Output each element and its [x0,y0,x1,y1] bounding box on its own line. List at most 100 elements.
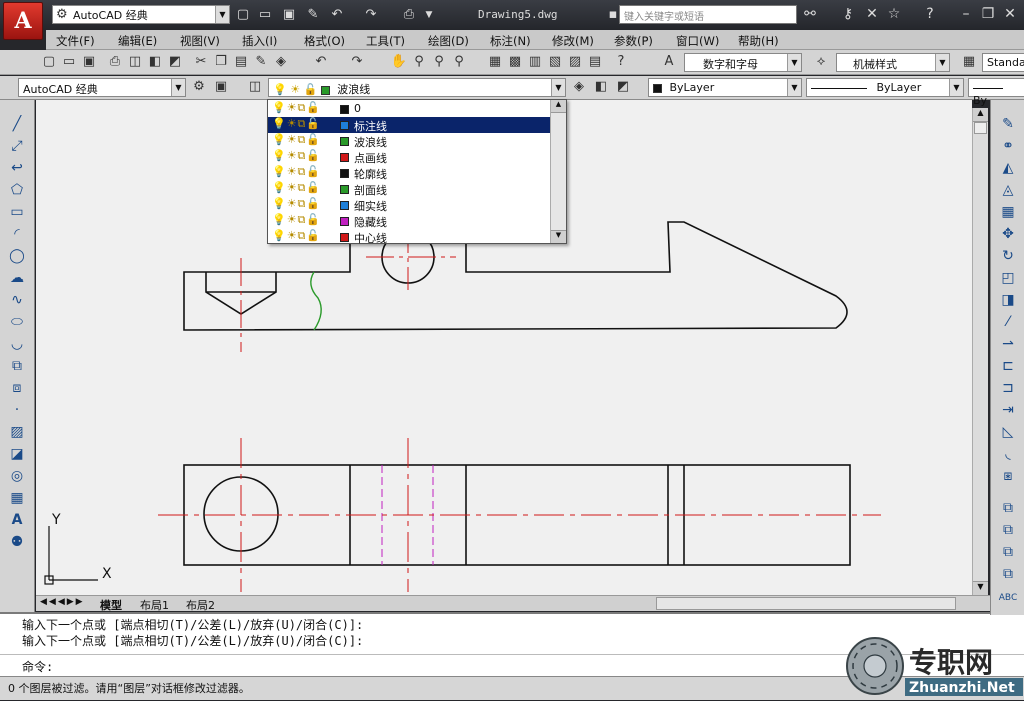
tab-model[interactable]: 模型 [100,597,122,613]
pan-icon[interactable]: ✋ [390,53,408,71]
mirror-icon[interactable]: ◭ [998,158,1018,178]
scale-icon[interactable]: ◰ [998,268,1018,288]
layer-state-icons[interactable]: 💡☀⧉🔓 [272,197,321,211]
array-icon[interactable]: ▦ [998,202,1018,222]
menu-tools[interactable]: 工具(T) [366,33,405,49]
layer-list-item[interactable]: 💡☀⧉🔓 细实线 [268,197,550,213]
dim-style-combo[interactable]: 机械样式 ▼ [836,53,950,72]
stretch-icon[interactable]: ◨ [998,290,1018,310]
cut-icon[interactable]: ✂ [192,53,210,71]
zoom-realtime-icon[interactable]: ⚲ [410,53,428,71]
layer-dropdown-list[interactable]: 💡☀⧉🔓 0 💡☀⧉🔓 标注线 💡☀⧉🔓 波浪线 💡☀⧉🔓 点画线 💡☀⧉🔓 轮廓线 💡☀⧉🔓 剖面线… [267,99,567,245]
make-current-icon[interactable]: ◈ [570,78,588,96]
erase-icon[interactable]: ✎ [998,114,1018,134]
menu-format[interactable]: 格式(O) [304,33,345,49]
circle-icon[interactable]: ◯ [7,246,27,266]
ellipse-arc-icon[interactable]: ◡ [7,334,27,354]
trim-icon[interactable]: ⁄ [998,312,1018,332]
copy-icon[interactable]: ❐ [212,53,230,71]
rotate-icon[interactable]: ↻ [998,246,1018,266]
undo-icon[interactable]: ↶ [312,53,330,71]
layer-list-scrollbar[interactable]: ▲ ▼ [550,100,566,243]
quick-access-dropdown-icon[interactable]: ▼ [420,6,438,24]
close-icon[interactable]: ✕ [1000,6,1020,22]
workspace-switcher[interactable]: ⚙ AutoCAD 经典 ▼ [52,5,230,24]
draw-order-icon[interactable]: ⧉ [998,498,1018,518]
publish-icon[interactable]: ◧ [146,53,164,71]
multiline-text-icon[interactable]: A [7,510,27,530]
send-back-icon[interactable]: ⧉ [998,542,1018,562]
extend-icon[interactable]: ⇀ [998,334,1018,354]
layer-manager-icon[interactable]: ◫ [246,78,264,96]
layer-list-item[interactable]: 💡☀⧉🔓 剖面线 [268,181,550,197]
bring-front-icon[interactable]: ⧉ [998,520,1018,540]
linetype-combo[interactable]: ByLayer ▼ [806,78,964,97]
menu-view[interactable]: 视图(V) [180,33,220,49]
abc-icon[interactable]: ABC [998,588,1018,608]
scroll-down-icon[interactable]: ▼ [973,581,988,595]
layer-list-item[interactable]: 💡☀⧉🔓 隐藏线 [268,213,550,229]
menu-modify[interactable]: 修改(M) [552,33,594,49]
menu-draw[interactable]: 绘图(D) [428,33,469,49]
key-icon[interactable]: ⚷ [838,6,858,22]
layer-combo[interactable]: 💡 ☀ 🔓 波浪线 ▼ [268,78,566,97]
paste-icon[interactable]: ▤ [232,53,250,71]
layer-previous-icon[interactable]: ◧ [592,78,610,96]
construction-line-icon[interactable]: ⤢ [7,136,27,156]
block-editor-icon[interactable]: ◈ [272,53,290,71]
layer-state-icon[interactable]: ◩ [614,78,632,96]
star-icon[interactable]: ☆ [884,6,904,22]
menu-insert[interactable]: 插入(I) [242,33,277,49]
layer-state-icons[interactable]: 💡☀⧉🔓 [272,133,321,147]
menu-edit[interactable]: 编辑(E) [118,33,157,49]
scroll-up-icon[interactable]: ▲ [973,108,988,122]
chamfer-icon[interactable]: ◺ [998,422,1018,442]
3d-print-icon[interactable]: ◩ [166,53,184,71]
table-icon[interactable]: ▦ [7,488,27,508]
properties-icon[interactable]: ▦ [486,53,504,71]
arc-icon[interactable]: ◜ [7,224,27,244]
color-combo[interactable]: ByLayer ▼ [648,78,802,97]
tab-nav-arrows-icon[interactable]: ◀◀◀▶▶ [40,597,85,607]
layer-state-icons[interactable]: 💡☀⧉🔓 [272,117,321,131]
layer-list-item[interactable]: 💡☀⧉🔓 中心线 [268,229,550,245]
menu-file[interactable]: 文件(F) [56,33,95,49]
save-icon[interactable]: ▣ [80,53,98,71]
chevron-down-icon[interactable]: ▼ [215,6,229,23]
add-selected-icon[interactable]: ⚉ [7,532,27,552]
region-icon[interactable]: ◎ [7,466,27,486]
dim-style-icon[interactable]: ⟡ [812,53,830,71]
menu-dimension[interactable]: 标注(N) [490,33,531,49]
layer-list-item[interactable]: 💡☀⧉🔓 轮廓线 [268,165,550,181]
workspace-toggle-icon[interactable]: ▣ [212,78,230,96]
save-icon[interactable]: ▣ [280,6,298,24]
layer-state-icons[interactable]: 💡☀⧉🔓 [272,213,321,227]
rectangle-icon[interactable]: ▭ [7,202,27,222]
copy-object-icon[interactable]: ⚭ [998,136,1018,156]
layer-state-icons[interactable]: 💡☀⧉🔓 [272,229,321,243]
chevron-down-icon[interactable]: ▼ [171,79,185,96]
ellipse-icon[interactable]: ⬭ [7,312,27,332]
preview-icon[interactable]: ◫ [126,53,144,71]
restore-icon[interactable]: ❐ [978,6,998,22]
point-icon[interactable]: · [7,400,27,420]
tool-palettes-icon[interactable]: ▥ [526,53,544,71]
scroll-down-icon[interactable]: ▼ [551,230,566,243]
lineweight-combo[interactable]: By [968,78,1024,107]
chevron-down-icon[interactable]: ▼ [551,79,565,96]
menu-help[interactable]: 帮助(H) [738,33,779,49]
print-icon[interactable]: ⎙ [400,6,418,24]
fillet-icon[interactable]: ◟ [998,444,1018,464]
redo-icon[interactable]: ↷ [362,6,380,24]
search-input[interactable]: 键入关键字或短语 [619,5,797,24]
command-prompt[interactable]: 命令: [22,658,53,675]
text-front-icon[interactable]: ⧉ [998,564,1018,584]
exchange-icon[interactable]: ✕ [862,6,882,22]
layer-list-item[interactable]: 💡☀⧉🔓 点画线 [268,149,550,165]
layer-state-icons[interactable]: 💡☀⧉🔓 [272,181,321,195]
line-icon[interactable]: ╱ [7,114,27,134]
zoom-previous-icon[interactable]: ⚲ [450,53,468,71]
chevron-down-icon[interactable]: ▼ [787,54,801,71]
scroll-up-icon[interactable]: ▲ [551,100,566,113]
save-as-icon[interactable]: ✎ [304,6,322,24]
